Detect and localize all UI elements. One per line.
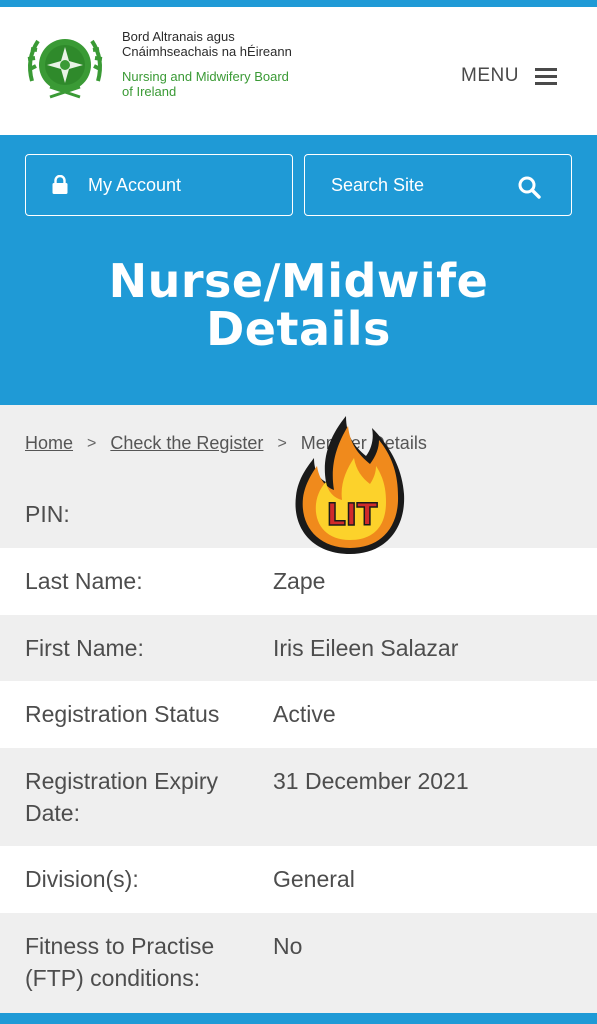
member-details-table: PIN: Last Name: Zape First Name: Iris Ei… [0, 481, 597, 1013]
top-accent-stripe [0, 0, 597, 7]
page-title-line2: Details [206, 302, 391, 356]
row-value-expiry: 31 December 2021 [273, 768, 469, 794]
row-label-ftp-line2: (FTP) conditions: [25, 965, 201, 991]
sticker-text: LIT [327, 498, 378, 533]
table-row: Registration Status Active [0, 681, 597, 748]
row-label-ftp-line1: Fitness to Practise [25, 933, 215, 959]
row-label-pin: PIN: [25, 501, 70, 527]
page-title-line1: Nurse/Midwife [108, 254, 489, 308]
search-site-label: Search Site [331, 174, 425, 195]
site-header: Bord Altranais agus Cnáimhseachais na hÉ… [0, 7, 597, 135]
row-value-division: General [273, 866, 355, 892]
row-label-first-name: First Name: [25, 635, 144, 661]
row-value-first-name: Iris Eileen Salazar [273, 635, 459, 661]
table-row: Registration Expiry Date: 31 December 20… [0, 748, 597, 846]
row-label-expiry: Registration Expiry Date: [0, 765, 273, 846]
my-account-button[interactable]: My Account [25, 154, 293, 216]
search-site-field[interactable]: Search Site [304, 154, 572, 216]
row-label-division: Division(s): [25, 866, 139, 892]
nmbi-crest-logo[interactable] [22, 25, 108, 111]
menu-label: MENU [461, 65, 519, 86]
table-row: Fitness to Practise (FTP) conditions: No [0, 913, 597, 1013]
search-icon[interactable] [517, 175, 541, 199]
org-name[interactable]: Bord Altranais agus Cnáimhseachais na hÉ… [122, 29, 292, 99]
fire-emoji-sticker: LIT [288, 408, 414, 558]
my-account-label: My Account [88, 174, 182, 195]
org-name-english-1: Nursing and Midwifery Board [122, 69, 289, 84]
row-value-ftp: No [273, 933, 303, 959]
menu-button[interactable]: MENU [461, 65, 557, 87]
breadcrumb-home-link[interactable]: Home [25, 433, 73, 454]
hero-banner: My Account Search Site Nurse/Midwife Det… [0, 135, 597, 405]
page-title: Nurse/Midwife Details [0, 257, 597, 353]
row-value-registration-status: Active [273, 701, 336, 727]
table-row: Last Name: Zape [0, 548, 597, 615]
row-label-ftp: Fitness to Practise (FTP) conditions: [0, 930, 273, 1013]
row-label-last-name: Last Name: [25, 568, 143, 594]
row-label-expiry-line1: Registration Expiry [25, 768, 219, 794]
breadcrumb-check-register-link[interactable]: Check the Register [110, 433, 263, 454]
lock-icon [52, 175, 68, 194]
org-name-irish-1: Bord Altranais agus [122, 29, 235, 44]
hamburger-icon [534, 67, 557, 85]
bottom-accent-stripe [0, 1013, 597, 1024]
org-name-irish-2: Cnáimhseachais na hÉireann [122, 44, 292, 59]
row-value-last-name: Zape [273, 568, 326, 594]
row-label-expiry-line2: Date: [25, 800, 80, 826]
chevron-right-icon: > [277, 434, 287, 452]
table-row: First Name: Iris Eileen Salazar [0, 615, 597, 681]
org-name-english-2: of Ireland [122, 84, 177, 99]
chevron-right-icon: > [87, 434, 97, 452]
table-row: Division(s): General [0, 846, 597, 913]
row-label-registration-status: Registration Status [25, 701, 220, 727]
